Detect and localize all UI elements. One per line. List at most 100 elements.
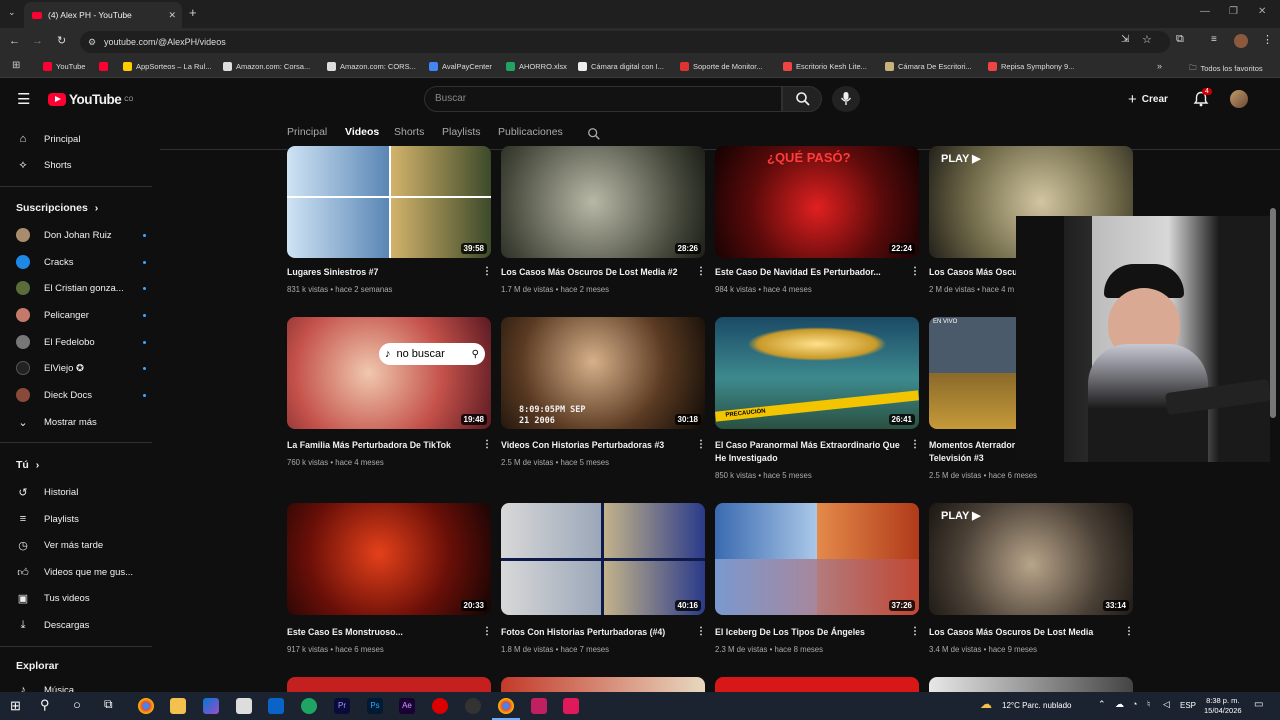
bookmark-item[interactable]: Escritorio Kesh Lite... — [783, 62, 867, 71]
store-icon[interactable] — [236, 698, 252, 714]
subscription-item[interactable]: Pelicanger — [16, 305, 146, 325]
video-title[interactable]: La Familia Más Perturbadora De TikTok — [287, 439, 477, 452]
scrollbar[interactable] — [1270, 208, 1276, 418]
sidebar-item-watch-later[interactable]: ◷ Ver más tarde — [16, 535, 146, 555]
app-icon[interactable] — [301, 698, 317, 714]
video-thumbnail[interactable]: 37:26 — [715, 503, 919, 615]
install-app-icon[interactable]: ⇲ — [1121, 34, 1129, 45]
tab-videos[interactable]: Videos — [345, 126, 379, 138]
tiktok-icon[interactable] — [563, 698, 579, 714]
youtube-logo[interactable]: YouTube CO — [48, 92, 133, 107]
chrome-icon[interactable] — [138, 698, 154, 714]
bookmark-item[interactable]: Cámara De Escritori... — [885, 62, 972, 71]
video-title[interactable]: Los Casos Más Oscuros De Lost Media — [929, 626, 1119, 639]
video-thumbnail[interactable]: EN VIVO — [929, 317, 1016, 429]
tab-publicaciones[interactable]: Publicaciones — [498, 126, 563, 138]
mail-icon[interactable] — [268, 698, 284, 714]
bookmark-item[interactable]: Amazon.com: Corsa... — [223, 62, 310, 71]
more-actions-icon[interactable]: ⋮ — [696, 626, 706, 637]
all-favorites-folder[interactable]: 🗀 Todos los favoritos — [1189, 62, 1263, 75]
video-thumbnail[interactable]: 28:26 — [501, 146, 705, 258]
video-title[interactable]: Este Caso De Navidad Es Perturbador... — [715, 266, 905, 279]
browser-tab[interactable]: (4) Alex PH - YouTube ✕ — [24, 2, 182, 28]
video-title[interactable]: Los Casos Más Oscuros De Lost Media #2 — [501, 266, 691, 279]
channel-search-icon[interactable] — [587, 127, 601, 141]
more-actions-icon[interactable]: ⋮ — [1124, 626, 1134, 637]
show-more-button[interactable]: ⌄ Mostrar más — [16, 412, 146, 432]
sidebar-item-history[interactable]: ↺ Historial — [16, 482, 146, 502]
extensions-icon[interactable]: ⧉ — [1176, 33, 1184, 46]
language-indicator[interactable]: ESP — [1180, 701, 1196, 710]
volume-icon[interactable]: ◁ — [1163, 699, 1170, 710]
video-title[interactable]: Videos Con Historias Perturbadoras #3 — [501, 439, 691, 452]
chrome-icon[interactable] — [498, 698, 514, 714]
tray-chevron-icon[interactable]: ⌃ — [1098, 699, 1106, 710]
video-thumbnail[interactable] — [287, 677, 491, 692]
app-icon[interactable] — [531, 698, 547, 714]
weather-icon[interactable]: ☁ — [980, 697, 992, 711]
video-title[interactable]: Este Caso Es Monstruoso... — [287, 626, 477, 639]
more-actions-icon[interactable]: ⋮ — [910, 266, 920, 277]
more-actions-icon[interactable]: ⋮ — [482, 439, 492, 450]
microphone-icon[interactable]: ♮ — [1147, 699, 1150, 710]
tab-principal[interactable]: Principal — [287, 126, 327, 138]
back-icon[interactable]: ← — [9, 35, 20, 47]
you-heading[interactable]: Tú › — [16, 459, 39, 471]
account-avatar[interactable] — [1230, 90, 1248, 108]
subscriptions-heading[interactable]: Suscripciones › — [16, 202, 98, 214]
bookmark-item[interactable] — [99, 62, 108, 71]
tab-shorts[interactable]: Shorts — [394, 126, 424, 138]
bookmark-item[interactable]: YouTube — [43, 62, 85, 71]
more-actions-icon[interactable]: ⋮ — [482, 266, 492, 277]
subscription-item[interactable]: ElViejo ✪ — [16, 358, 146, 378]
more-bookmarks-icon[interactable]: » — [1157, 61, 1162, 71]
video-thumbnail[interactable]: 39:58 — [287, 146, 491, 258]
new-tab-icon[interactable]: + — [189, 5, 197, 20]
video-thumbnail[interactable]: ¿QUÉ PASÓ? 22:24 — [715, 146, 919, 258]
bookmark-item[interactable]: Cámara digital con I... — [578, 62, 664, 71]
profile-avatar[interactable] — [1234, 34, 1248, 48]
notifications-button[interactable]: 4 — [1193, 88, 1212, 109]
file-explorer-icon[interactable] — [170, 698, 186, 714]
weather-text[interactable]: 12°C Parc. nublado — [1002, 701, 1071, 710]
window-close-icon[interactable]: ✕ — [1258, 6, 1266, 17]
subscription-item[interactable]: Cracks — [16, 252, 146, 272]
bookmark-item[interactable]: Amazon.com: CORS... — [327, 62, 416, 71]
subscription-item[interactable]: Dieck Docs — [16, 385, 146, 405]
more-actions-icon[interactable]: ⋮ — [696, 439, 706, 450]
windows-start-icon[interactable]: ⊞ — [10, 698, 21, 714]
notification-center-icon[interactable]: ▭ — [1254, 699, 1263, 710]
bookmark-item[interactable]: AvalPayCenter — [429, 62, 492, 71]
sidebar-item-playlists[interactable]: ≡ Playlists — [16, 509, 146, 529]
browser-menu-icon[interactable]: ⋮ — [1262, 33, 1273, 46]
video-title[interactable]: Los Casos Más Oscu — [929, 266, 1017, 279]
video-thumbnail[interactable]: 40:16 — [501, 503, 705, 615]
clock[interactable]: 8:38 p. m. 15/04/2026 — [1204, 696, 1242, 716]
video-thumbnail[interactable]: 20:33 — [287, 503, 491, 615]
sidebar-item-your-videos[interactable]: ▣ Tus videos — [16, 588, 146, 608]
cortana-icon[interactable]: ○ — [73, 697, 81, 712]
create-button[interactable]: + Crear — [1128, 91, 1168, 108]
url-input[interactable]: ⚙ youtube.com/@AlexPH/videos — [80, 31, 1170, 53]
tab-playlists[interactable]: Playlists — [442, 126, 481, 138]
premiere-icon[interactable]: Pr — [334, 698, 350, 714]
site-info-icon[interactable]: ⚙ — [88, 31, 96, 53]
obs-icon[interactable] — [465, 698, 481, 714]
tab-search-icon[interactable]: ⌄ — [8, 7, 16, 18]
after-effects-icon[interactable]: Ae — [399, 698, 415, 714]
hamburger-menu-icon[interactable]: ☰ — [17, 90, 30, 108]
sidebar-item-principal[interactable]: ⌂ Principal — [16, 129, 146, 149]
close-tab-icon[interactable]: ✕ — [168, 10, 176, 21]
video-title[interactable]: El Caso Paranormal Más Extraordinario Qu… — [715, 439, 905, 465]
bookmark-star-icon[interactable]: ☆ — [1142, 33, 1152, 46]
bookmark-item[interactable]: Soporte de Monitor... — [680, 62, 763, 71]
video-thumbnail[interactable]: 8:09:05PM SEP 21 2006 30:18 — [501, 317, 705, 429]
video-title[interactable]: Fotos Con Historias Perturbadoras (#4) — [501, 626, 691, 639]
video-thumbnail[interactable] — [929, 677, 1133, 692]
more-actions-icon[interactable]: ⋮ — [910, 439, 920, 450]
maximize-icon[interactable]: ❐ — [1229, 6, 1238, 17]
more-actions-icon[interactable]: ⋮ — [482, 626, 492, 637]
video-title[interactable]: El Iceberg De Los Tipos De Ángeles — [715, 626, 905, 639]
subscription-item[interactable]: Don Johan Ruiz — [16, 225, 146, 245]
copilot-icon[interactable] — [203, 698, 219, 714]
